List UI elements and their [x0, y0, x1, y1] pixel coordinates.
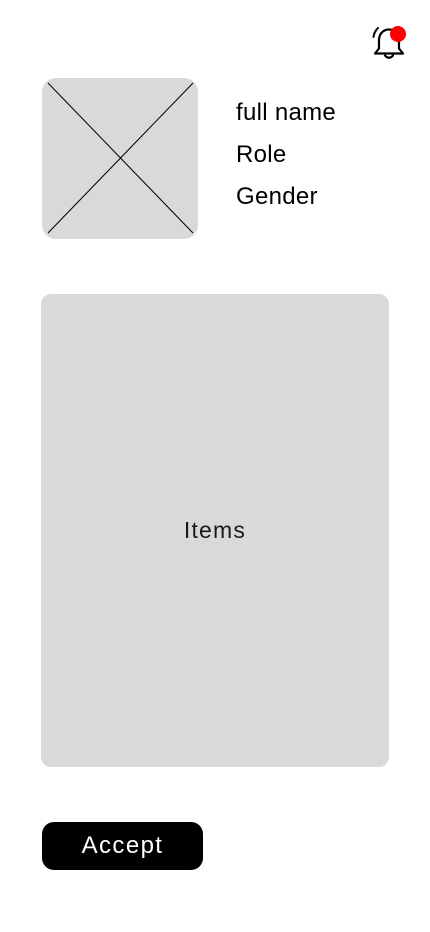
items-panel: Items	[41, 294, 389, 767]
avatar	[42, 78, 198, 239]
full-name-text: full name	[236, 99, 337, 126]
role-text: Role	[236, 141, 287, 168]
image-placeholder-icon	[42, 78, 198, 239]
items-label: Items	[183, 517, 247, 543]
accept-button[interactable]: Accept	[42, 822, 203, 870]
notification-badge	[390, 26, 406, 42]
gender-text: Gender	[236, 183, 318, 210]
profile-details: full name Role Gender	[236, 92, 416, 218]
